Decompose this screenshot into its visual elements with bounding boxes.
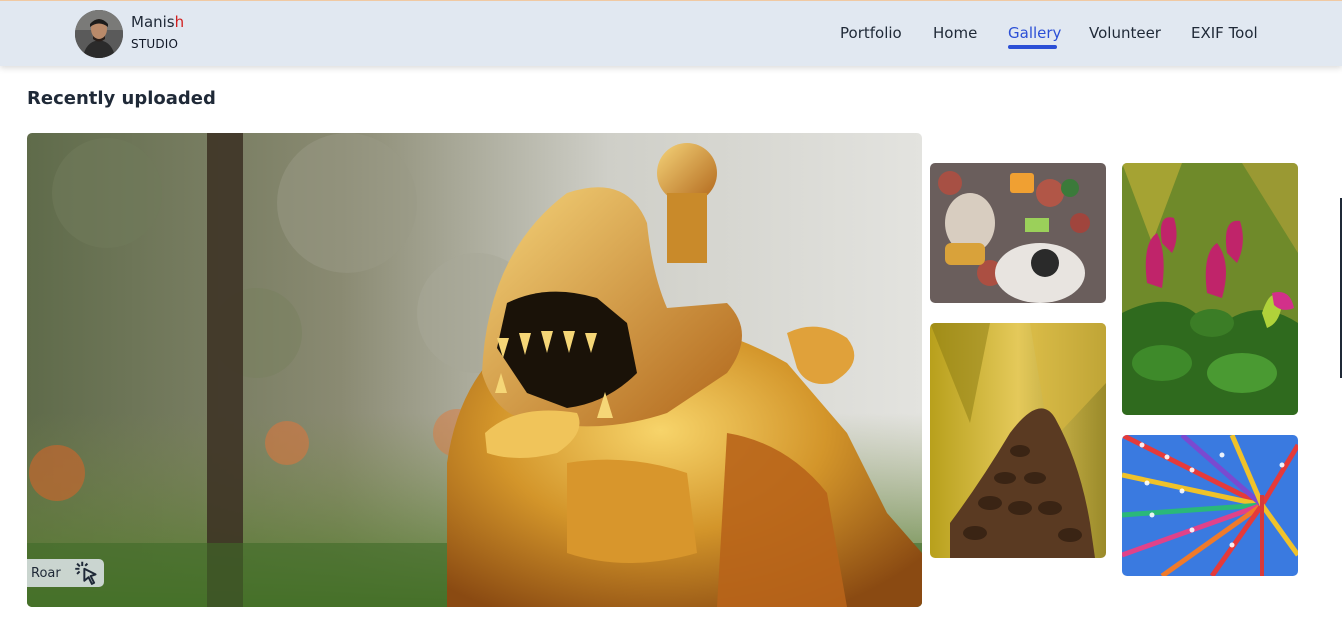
featured-photo[interactable]: Roar: [27, 133, 922, 607]
nav-home[interactable]: Home: [933, 24, 977, 42]
top-navbar: Manish STUDIO Portfolio Home Gallery Vol…: [0, 0, 1342, 66]
gallery-photo-ropes[interactable]: [1122, 435, 1298, 576]
nav-portfolio[interactable]: Portfolio: [840, 24, 902, 42]
gallery-photo-pinecone-image: [930, 323, 1106, 558]
brand-name[interactable]: Manish: [131, 13, 184, 31]
brand-name-main: Manis: [131, 13, 175, 31]
avatar[interactable]: [75, 10, 123, 58]
nav-exif-tool[interactable]: EXIF Tool: [1191, 24, 1258, 42]
featured-photo-image: [27, 133, 922, 607]
gallery-photo-ropes-image: [1122, 435, 1298, 576]
gallery-photo-flowers-image: [1122, 163, 1298, 415]
gallery-photo-pinecone[interactable]: [930, 323, 1106, 558]
gallery-photo-musicians-image: [930, 163, 1106, 303]
active-nav-indicator: [1008, 45, 1057, 49]
brand-subtitle: STUDIO: [131, 37, 179, 51]
nav-gallery[interactable]: Gallery: [1008, 24, 1061, 42]
section-title: Recently uploaded: [27, 88, 216, 109]
gallery-photo-flowers[interactable]: [1122, 163, 1298, 415]
featured-caption: Roar: [31, 565, 61, 581]
brand-name-accent: h: [174, 13, 185, 31]
featured-caption-chip[interactable]: Roar: [27, 559, 104, 587]
gallery-photo-musicians[interactable]: [930, 163, 1106, 303]
nav-volunteer[interactable]: Volunteer: [1089, 24, 1161, 42]
cursor-click-icon: [74, 561, 97, 585]
